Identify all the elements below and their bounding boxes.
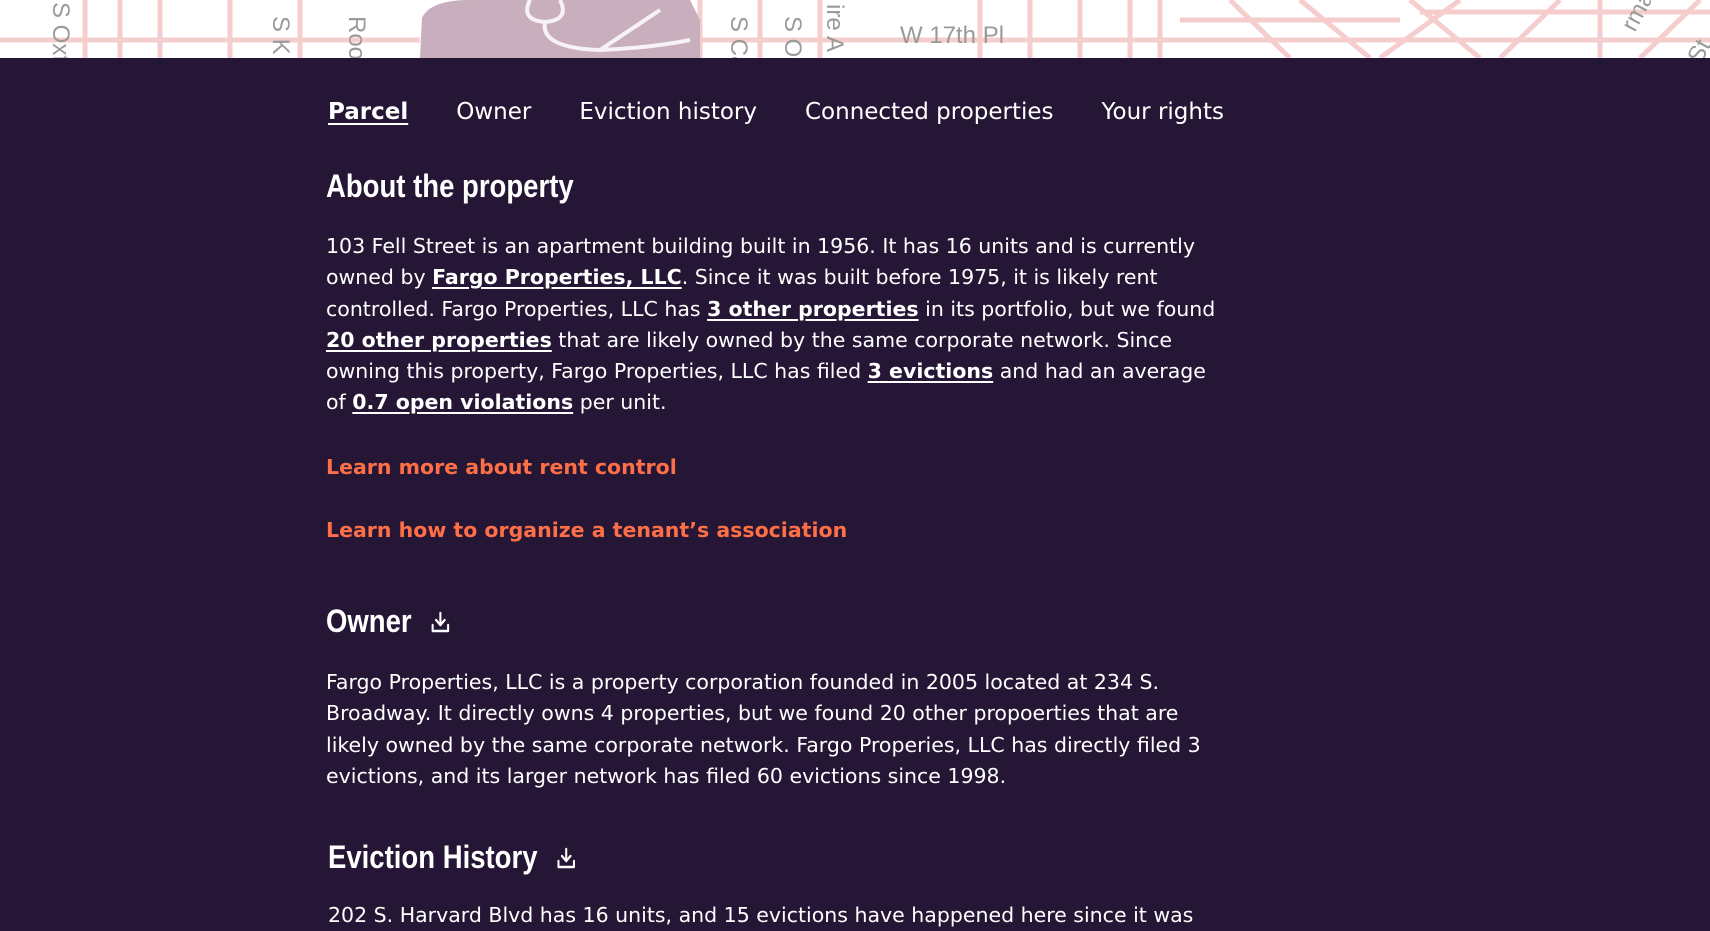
section-tabs: Parcel Owner Eviction history Connected … <box>328 92 1272 132</box>
map-street-label: S K <box>267 16 294 55</box>
map-street-label: S Oxf <box>47 2 74 58</box>
map-street-label: S Ca <box>725 16 752 58</box>
owner-title-text: Owner <box>326 603 412 639</box>
rent-control-link[interactable]: Learn more about rent control <box>326 455 677 479</box>
owner-paragraph: Fargo Properties, LLC is a property corp… <box>326 670 1201 788</box>
eviction-history-paragraph: 202 S. Harvard Blvd has 16 units, and 15… <box>328 903 1194 927</box>
eviction-history-title: Eviction History <box>328 839 575 876</box>
about-text: per unit. <box>573 390 667 415</box>
network-properties-link[interactable]: 20 other properties <box>326 328 552 352</box>
organize-association-link[interactable]: Learn how to organize a tenant’s associa… <box>326 518 847 542</box>
about-title-text: About the property <box>326 168 574 204</box>
download-icon[interactable] <box>431 611 450 633</box>
tab-connected-properties[interactable]: Connected properties <box>805 100 1054 124</box>
tab-parcel[interactable]: Parcel <box>328 100 408 124</box>
tab-owner[interactable]: Owner <box>456 100 531 124</box>
other-properties-link[interactable]: 3 other properties <box>707 297 919 321</box>
map-roads <box>0 0 1710 58</box>
tab-eviction-history[interactable]: Eviction history <box>579 100 757 124</box>
tab-your-rights[interactable]: Your rights <box>1102 100 1224 124</box>
map-street-label: Roo <box>343 16 370 58</box>
about-text: in its portfolio, but we found <box>918 296 1216 321</box>
map-street-label: W 17th Pl <box>900 22 1005 49</box>
map-street-label: S O <box>779 16 806 58</box>
download-icon[interactable] <box>556 847 575 869</box>
map-street-label: ire A <box>821 4 848 53</box>
owner-section-title: Owner <box>326 603 449 640</box>
map-strip[interactable]: S Oxf S K Roo S Ca S O ire A W 17th Pl r… <box>0 0 1710 58</box>
eviction-history-title-text: Eviction History <box>328 839 538 875</box>
about-paragraph: 103 Fell Street is an apartment building… <box>326 231 1226 419</box>
violations-link[interactable]: 0.7 open violations <box>352 390 573 414</box>
about-title: About the property <box>326 168 574 205</box>
owner-link[interactable]: Fargo Properties, LLC <box>432 265 682 289</box>
evictions-link[interactable]: 3 evictions <box>868 359 994 383</box>
